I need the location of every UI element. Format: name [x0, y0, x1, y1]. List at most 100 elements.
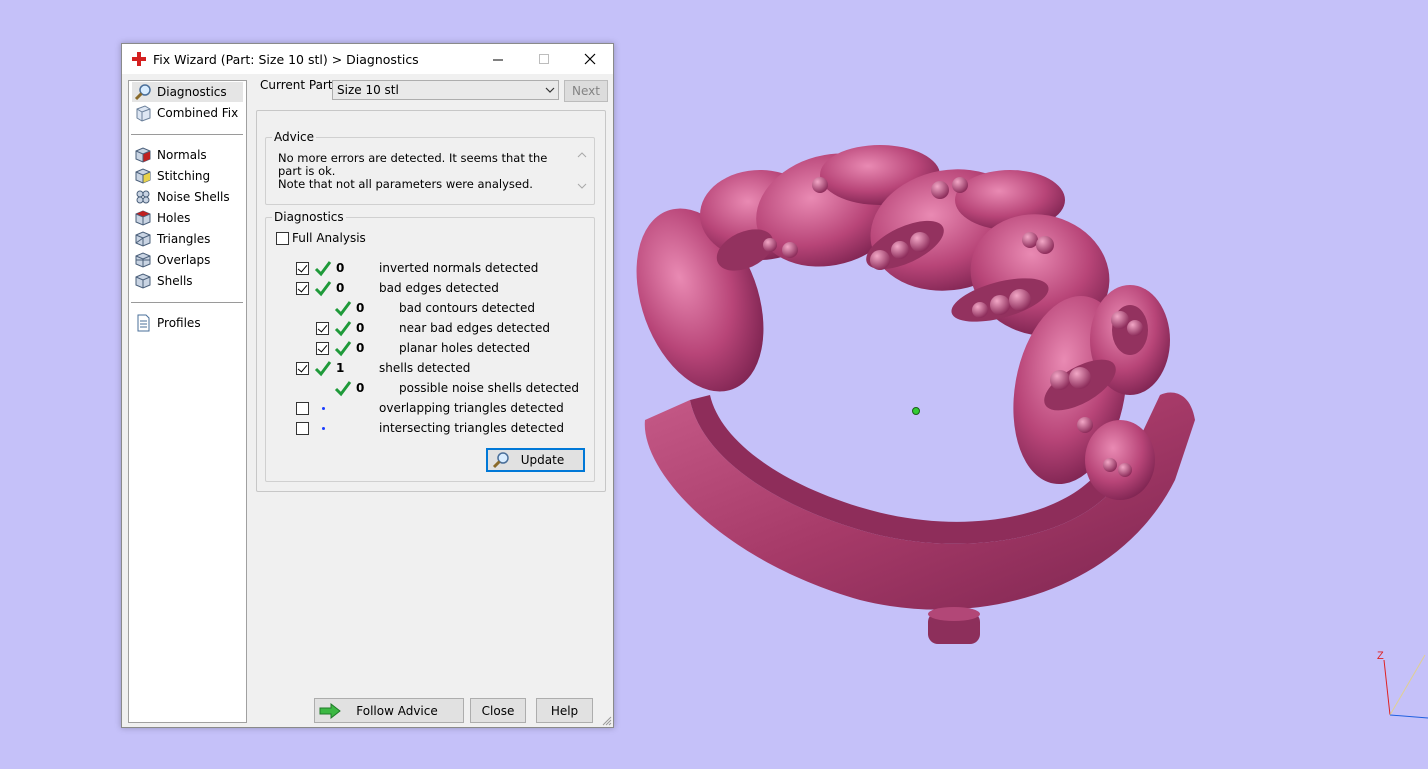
nav-item-label: Profiles — [157, 316, 201, 330]
combined-fix-icon — [136, 105, 151, 122]
full-analysis-checkbox[interactable] — [276, 232, 289, 245]
nav-item-label: Triangles — [157, 232, 211, 246]
advice-text: No more errors are detected. It seems th… — [278, 152, 568, 191]
green-check-icon — [334, 381, 352, 397]
advice-group: Advice No more errors are detected. It s… — [265, 130, 595, 205]
chevron-down-icon — [545, 87, 555, 93]
inverted-normals-count: 0 — [336, 261, 345, 275]
current-part-value: Size 10 stl — [337, 83, 399, 97]
nav-item-combined-fix[interactable]: Combined Fix — [132, 103, 243, 123]
noise-shells-cube-icon — [136, 190, 150, 204]
nav-item-noise-shells[interactable]: Noise Shells — [132, 187, 243, 207]
minimize-icon — [492, 59, 503, 60]
pivot-point — [912, 407, 920, 415]
advice-line: No more errors are detected. It seems th… — [278, 151, 548, 178]
fix-wizard-window: Fix Wizard (Part: Size 10 stl) > Diagnos… — [121, 43, 614, 728]
intersecting-triangles-checkbox[interactable] — [296, 422, 309, 435]
nav-item-label: Holes — [157, 211, 191, 225]
nav-item-holes[interactable]: Holes — [132, 208, 243, 228]
planar-holes-label: planar holes detected — [399, 341, 531, 355]
planar-holes-checkbox[interactable] — [316, 342, 329, 355]
nav-divider — [131, 134, 243, 135]
triangles-cube-icon — [135, 231, 151, 247]
shells-label: shells detected — [379, 361, 471, 375]
diagnostics-title: Diagnostics — [272, 210, 346, 224]
nav-item-label: Normals — [157, 148, 207, 162]
holes-cube-icon — [135, 210, 151, 226]
green-check-icon — [314, 361, 332, 377]
near-bad-edges-count: 0 — [356, 321, 365, 335]
maximize-icon — [538, 53, 549, 64]
help-button[interactable]: Help — [536, 698, 593, 723]
nav-item-profiles[interactable]: Profiles — [132, 313, 243, 333]
bad-edges-count: 0 — [336, 281, 345, 295]
follow-advice-label: Follow Advice — [356, 703, 438, 718]
advice-line: Note that not all parameters were analys… — [278, 177, 533, 191]
advice-scrollbar[interactable] — [576, 150, 588, 194]
planar-holes-count: 0 — [356, 341, 365, 355]
normals-cube-icon — [135, 147, 151, 163]
close-button[interactable]: Close — [470, 698, 526, 723]
fix-cross-icon — [132, 52, 146, 66]
axis-gizmo: Z — [1377, 650, 1428, 719]
near-bad-edges-checkbox[interactable] — [316, 322, 329, 335]
resize-grip-icon[interactable] — [602, 716, 612, 726]
magnifier-icon — [134, 84, 151, 101]
bad-edges-checkbox[interactable] — [296, 282, 309, 295]
current-part-label: Current Part: — [260, 78, 337, 92]
full-analysis-label: Full Analysis — [292, 231, 366, 245]
nav-item-label: Overlaps — [157, 253, 211, 267]
noise-shells-label: possible noise shells detected — [399, 381, 580, 395]
green-check-icon — [334, 341, 352, 357]
shells-cube-icon — [135, 273, 151, 289]
nav-item-label: Stitching — [157, 169, 211, 183]
chevron-up-icon — [577, 152, 587, 158]
nav-item-label: Combined Fix — [157, 106, 239, 120]
nav-item-shells[interactable]: Shells — [132, 271, 243, 291]
close-window-button[interactable] — [567, 44, 613, 74]
update-button[interactable]: Update — [486, 448, 585, 472]
nav-item-overlaps[interactable]: Overlaps — [132, 250, 243, 270]
noise-shells-count: 0 — [356, 381, 365, 395]
chevron-down-icon — [577, 183, 587, 189]
title-bar[interactable]: Fix Wizard (Part: Size 10 stl) > Diagnos… — [122, 44, 613, 74]
advice-title: Advice — [272, 130, 317, 144]
shells-checkbox[interactable] — [296, 362, 309, 375]
maximize-button[interactable] — [521, 44, 567, 74]
overlapping-triangles-checkbox[interactable] — [296, 402, 309, 415]
inverted-normals-checkbox[interactable] — [296, 262, 309, 275]
overlaps-cube-icon — [135, 252, 151, 268]
pending-dot-icon — [322, 427, 325, 430]
green-check-icon — [314, 261, 332, 277]
shells-count: 1 — [336, 361, 345, 375]
nav-item-stitching[interactable]: Stitching — [132, 166, 243, 186]
nav-item-label: Noise Shells — [157, 190, 230, 204]
green-arrow-right-icon — [319, 703, 341, 719]
nav-item-triangles[interactable]: Triangles — [132, 229, 243, 249]
nav-item-diagnostics[interactable]: Diagnostics — [132, 82, 243, 102]
profiles-document-icon — [137, 314, 150, 332]
green-check-icon — [334, 301, 352, 317]
stitching-cube-icon — [135, 168, 151, 184]
wizard-nav: Diagnostics Combined Fix Normals Stitchi… — [128, 80, 247, 723]
green-check-icon — [334, 321, 352, 337]
magnifier-icon — [492, 452, 509, 469]
near-bad-edges-label: near bad edges detected — [399, 321, 550, 335]
inverted-normals-label: inverted normals detected — [379, 261, 539, 275]
window-title: Fix Wizard (Part: Size 10 stl) > Diagnos… — [153, 51, 419, 67]
bad-edges-label: bad edges detected — [379, 281, 499, 295]
intersecting-triangles-label: intersecting triangles detected — [379, 421, 564, 435]
close-icon — [584, 53, 596, 65]
follow-advice-button[interactable]: Follow Advice — [314, 698, 464, 723]
nav-item-label: Diagnostics — [157, 85, 227, 99]
overlapping-triangles-label: overlapping triangles detected — [379, 401, 564, 415]
nav-item-label: Shells — [157, 274, 193, 288]
minimize-button[interactable] — [475, 44, 521, 74]
current-part-dropdown[interactable]: Size 10 stl — [332, 80, 559, 100]
bad-contours-label: bad contours detected — [399, 301, 535, 315]
nav-divider — [131, 302, 243, 303]
nav-item-normals[interactable]: Normals — [132, 145, 243, 165]
pending-dot-icon — [322, 407, 325, 410]
next-button[interactable]: Next — [564, 80, 608, 102]
axis-z-label: Z — [1377, 650, 1384, 662]
